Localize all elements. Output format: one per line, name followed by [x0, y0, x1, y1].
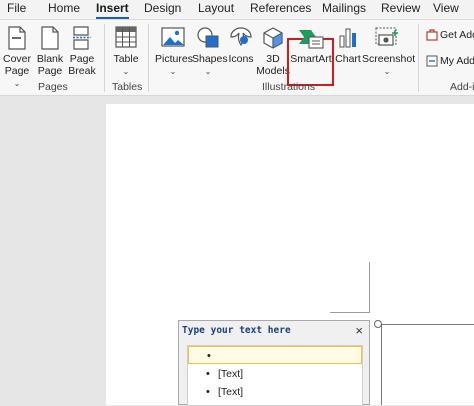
blank-page-button[interactable]: Blank Page [35, 22, 65, 80]
ribbon-separator [104, 24, 105, 92]
tab-references[interactable]: References [250, 0, 311, 19]
pictures-button[interactable]: Pictures ⌄ [155, 22, 193, 80]
shapes-label: Shapes [192, 53, 228, 65]
smartart-frame-border [381, 324, 382, 405]
cover-page-label-2: Page ⌄ [4, 65, 30, 88]
tab-mailings[interactable]: Mailings [322, 0, 366, 19]
chart-label: Chart [335, 53, 361, 65]
menu-bar: File Home Insert Design Layout Reference… [0, 0, 474, 20]
shapes-icon [196, 26, 220, 51]
my-addins-label: My Add [440, 55, 474, 67]
chart-button[interactable]: Chart [335, 22, 361, 80]
page-break-icon [72, 26, 92, 53]
tab-design[interactable]: Design [144, 0, 181, 19]
list-item-text[interactable]: [Text] [218, 383, 243, 401]
list-item-text[interactable]: [Text] [218, 365, 243, 383]
screenshot-label: Screenshot [362, 53, 416, 65]
cover-page-button[interactable]: Cover Page ⌄ [2, 22, 32, 88]
icons-button[interactable]: Icons [226, 22, 256, 80]
cover-page-label-1: Cover [2, 53, 31, 65]
cover-page-icon [8, 26, 26, 53]
icons-label: Icons [228, 53, 254, 65]
group-label-illustrations: Illustrations [262, 81, 316, 93]
my-addins-button[interactable]: My Add [424, 54, 474, 70]
chevron-down-icon: ⌄ [169, 67, 177, 76]
page-break-button[interactable]: Page Break [67, 22, 97, 80]
text-pane-list: • • [Text] • [Text] [187, 345, 363, 406]
ribbon-separator [418, 24, 419, 92]
list-item[interactable]: • [Text] [188, 365, 362, 383]
tab-layout[interactable]: Layout [198, 0, 234, 19]
3d-models-label-1: 3D [266, 53, 280, 65]
list-item[interactable]: • [Text] [188, 383, 362, 401]
bullet-icon: • [206, 386, 210, 398]
cube-icon [261, 26, 285, 53]
screenshot-icon [374, 26, 400, 51]
table-icon [115, 26, 137, 51]
tab-file[interactable]: File [7, 0, 26, 19]
ribbon: Cover Page ⌄ Blank Page Page Break Pages [0, 20, 474, 96]
chevron-down-icon: ⌄ [122, 67, 130, 76]
pictures-label: Pictures [155, 53, 193, 65]
tab-review[interactable]: Review [381, 0, 420, 19]
smartart-icon [298, 28, 324, 53]
text-pane-title: Type your text here [182, 325, 291, 336]
margin-corner-mark [330, 312, 370, 313]
icons-icon [229, 26, 253, 51]
pictures-icon [161, 26, 185, 51]
get-addins-label: Get Add [440, 29, 474, 41]
blank-page-label-2: Page [37, 65, 63, 77]
3d-models-button[interactable]: 3D Models [256, 22, 290, 80]
tab-insert[interactable]: Insert [96, 0, 129, 19]
blank-page-icon [41, 26, 59, 53]
tab-view[interactable]: View [433, 0, 459, 19]
smartart-label: SmartArt [290, 53, 332, 65]
margin-corner-mark [369, 262, 370, 313]
3d-models-label-2: Models [256, 65, 290, 77]
chevron-down-icon: ⌄ [204, 67, 212, 76]
smartart-frame-border [381, 324, 474, 325]
smartart-button[interactable]: SmartArt [288, 22, 334, 70]
resize-handle[interactable] [374, 320, 382, 328]
shapes-button[interactable]: Shapes ⌄ [192, 22, 228, 80]
group-label-addins: Add-in [450, 81, 474, 93]
bar-chart-icon [338, 26, 358, 51]
bullet-icon: • [207, 350, 211, 362]
group-label-pages: Pages [38, 81, 68, 93]
chevron-down-icon: ⌄ [13, 79, 21, 88]
ribbon-separator [148, 24, 149, 92]
group-label-tables: Tables [112, 81, 143, 93]
chevron-down-icon: ⌄ [383, 67, 391, 76]
get-addins-button[interactable]: Get Add [424, 28, 474, 44]
tab-home[interactable]: Home [48, 0, 80, 19]
addins-icon [426, 55, 438, 70]
table-button[interactable]: Table ⌄ [110, 22, 142, 80]
bullet-icon: • [206, 368, 210, 380]
smartart-text-pane: Type your text here × • • [Text] • [Text… [178, 320, 370, 406]
table-label: Table [113, 53, 139, 65]
close-icon[interactable]: × [355, 323, 363, 338]
blank-page-label-1: Blank [36, 53, 64, 65]
list-item[interactable]: • [188, 346, 362, 364]
screenshot-button[interactable]: Screenshot ⌄ [362, 22, 416, 80]
store-icon [426, 29, 438, 44]
page-break-label-1: Page [69, 53, 95, 65]
page-break-label-2: Break [68, 65, 96, 77]
